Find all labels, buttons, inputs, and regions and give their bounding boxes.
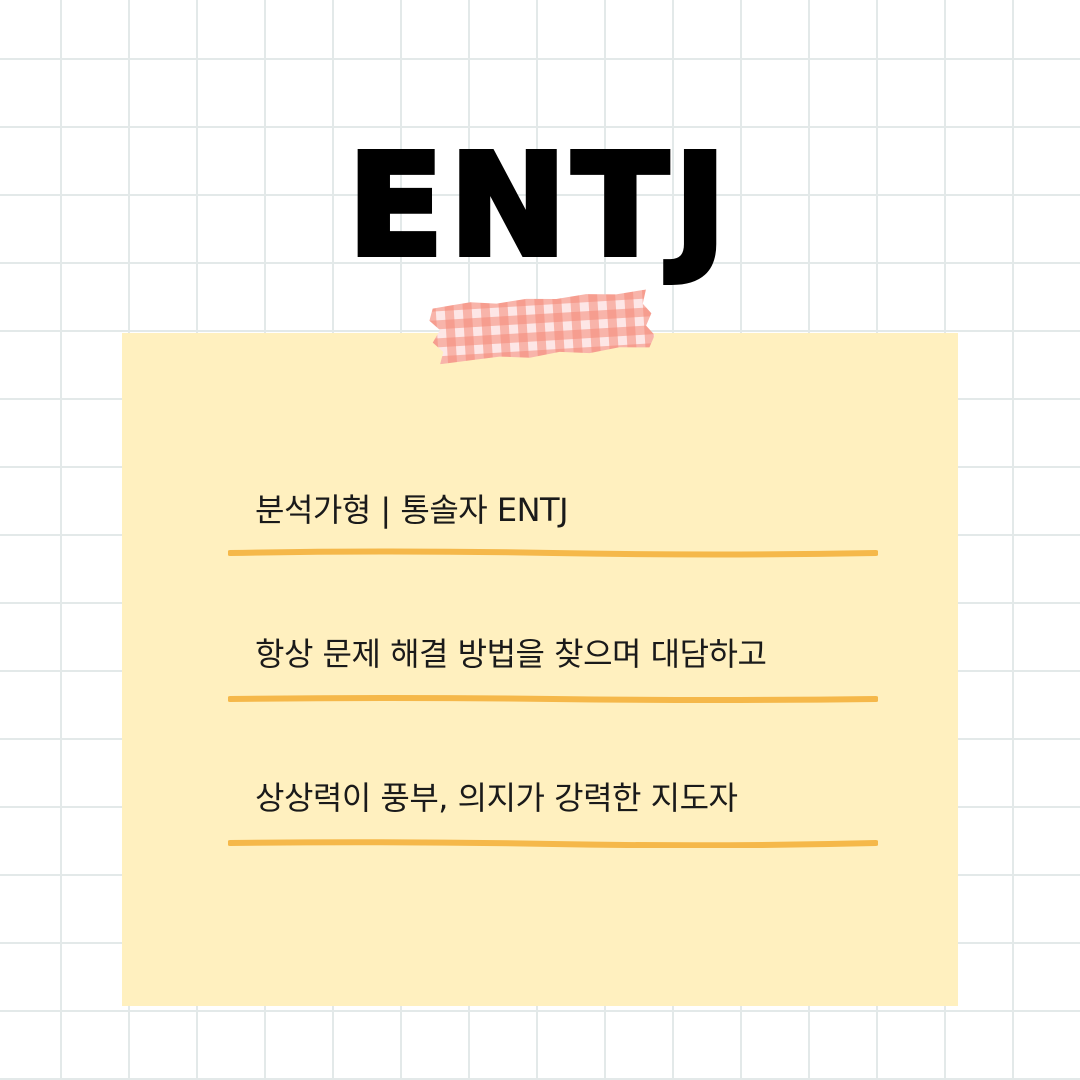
line-3-text: 상상력이 풍부, 의지가 강력한 지도자 <box>255 779 738 817</box>
page-title: ENTJ <box>345 125 733 288</box>
line-1-underline <box>228 548 878 558</box>
line-3-underline <box>228 838 878 848</box>
line-2-text: 항상 문제 해결 방법을 찾으며 대담하고 <box>255 635 767 673</box>
line-1-text: 분석가형 | 통솔자 ENTJ <box>255 491 569 529</box>
line-2-underline <box>228 694 878 704</box>
